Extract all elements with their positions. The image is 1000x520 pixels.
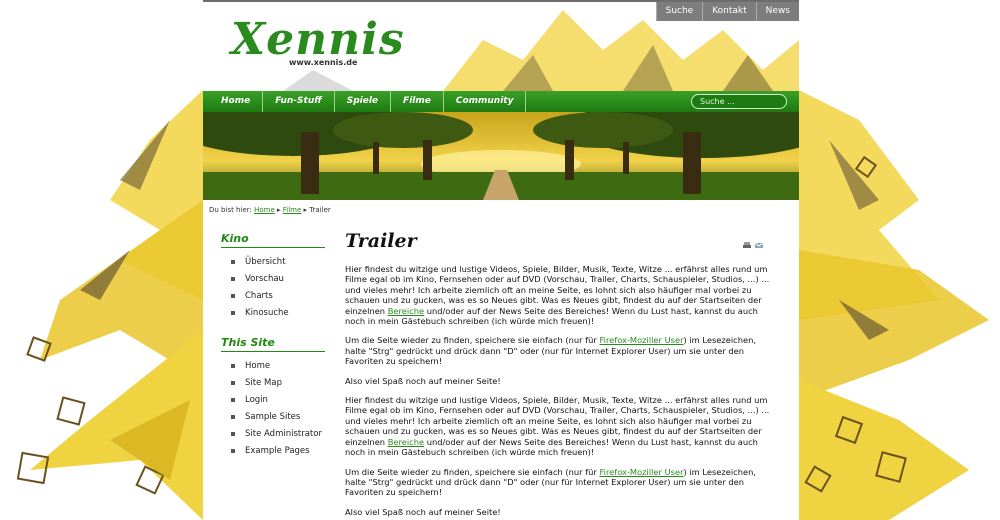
sidebar-item-home[interactable]: Home (221, 358, 325, 375)
sidebar-heading-this-site: This Site (221, 336, 325, 352)
page-container: Xennis www.xennis.de Suche Kontakt News … (203, 0, 799, 520)
sidebar-item-site-map[interactable]: Site Map (221, 375, 325, 392)
decorative-art-left (0, 0, 203, 520)
toplink-news[interactable]: News (755, 2, 799, 21)
breadcrumb-separator: ▸ (303, 206, 308, 214)
toplink-suche[interactable]: Suche (655, 2, 703, 21)
sidebar-item-charts[interactable]: Charts (221, 288, 325, 305)
nav-fun-stuff[interactable]: Fun-Stuff (263, 91, 335, 112)
content-paragraph: Hier findest du witzige und lustige Vide… (345, 264, 775, 326)
breadcrumb-prefix: Du bist hier: (209, 206, 252, 214)
sidebar-list-this-site: Home Site Map Login Sample Sites Site Ad… (221, 358, 325, 460)
content-paragraph: Also viel Spaß noch auf meiner Seite! (345, 506, 501, 517)
breadcrumb-separator: ▸ (277, 206, 281, 214)
page-title: Trailer (345, 230, 417, 252)
link-bereiche[interactable]: Bereiche (388, 306, 424, 316)
content-paragraph: Also viel Spaß noch auf meiner Seite! (345, 375, 501, 386)
sidebar-item-sample-sites[interactable]: Sample Sites (221, 409, 325, 426)
breadcrumb-filme[interactable]: Filme (283, 206, 302, 214)
main-nav: Home Fun-Stuff Spiele Filme Community Su… (203, 91, 799, 112)
link-bereiche[interactable]: Bereiche (388, 437, 424, 447)
nav-community[interactable]: Community (444, 91, 527, 112)
sidebar-item-site-administrator[interactable]: Site Administrator (221, 426, 325, 443)
content-paragraph: Um die Seite wieder zu finden, speichere… (345, 467, 775, 498)
sidebar-item-example-pages[interactable]: Example Pages (221, 443, 325, 460)
sidebar: Kino Übersicht Vorschau Charts Kinosuche… (221, 232, 325, 474)
nav-home[interactable]: Home (203, 91, 264, 112)
top-links: Suche Kontakt News (655, 2, 799, 21)
link-firefox[interactable]: Firefox-Moziller User (599, 467, 683, 477)
content-paragraph: Hier findest du witzige und lustige Vide… (345, 395, 775, 457)
page-tools (743, 234, 764, 248)
print-icon[interactable] (743, 234, 751, 248)
link-firefox[interactable]: Firefox-Moziller User (599, 335, 683, 345)
sidebar-item-login[interactable]: Login (221, 392, 325, 409)
sidebar-item-vorschau[interactable]: Vorschau (221, 271, 325, 288)
site-logo-url: www.xennis.de (289, 58, 358, 67)
breadcrumb-home[interactable]: Home (254, 206, 275, 214)
paragraph-text: Um die Seite wieder zu finden, speichere… (345, 466, 600, 477)
content-paragraph: Um die Seite wieder zu finden, speichere… (345, 335, 775, 366)
main-content: Trailer Hier findest du witzige und lust… (345, 230, 775, 520)
sidebar-heading-kino: Kino (221, 232, 325, 248)
breadcrumb-current: Trailer (309, 206, 331, 214)
sidebar-list-kino: Übersicht Vorschau Charts Kinosuche (221, 254, 325, 322)
search-input[interactable]: Suche ... (691, 94, 787, 109)
email-icon[interactable] (754, 234, 764, 248)
header: Xennis www.xennis.de Suche Kontakt News (203, 0, 799, 91)
decorative-art-right (799, 0, 1000, 520)
sidebar-item-uebersicht[interactable]: Übersicht (221, 254, 325, 271)
paragraph-text: Um die Seite wieder zu finden, speichere… (345, 335, 600, 346)
header-banner-image (203, 112, 799, 200)
toplink-kontakt[interactable]: Kontakt (702, 2, 756, 21)
sidebar-item-kinosuche[interactable]: Kinosuche (221, 305, 325, 322)
breadcrumb: Du bist hier: Home ▸ Filme ▸ Trailer (203, 200, 799, 222)
nav-spiele[interactable]: Spiele (335, 91, 392, 112)
nav-filme[interactable]: Filme (391, 91, 444, 112)
